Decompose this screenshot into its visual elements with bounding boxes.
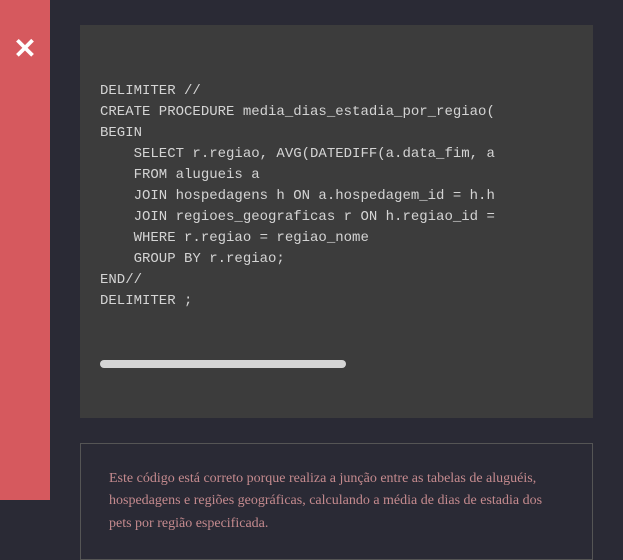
code-line: SELECT r.regiao, AVG(DATEDIFF(a.data_fim…: [100, 146, 495, 162]
code-line: FROM alugueis a: [100, 167, 260, 183]
code-line: END//: [100, 272, 142, 288]
code-block: DELIMITER // CREATE PROCEDURE media_dias…: [80, 25, 593, 418]
code-line: JOIN hospedagens h ON a.hospedagem_id = …: [100, 188, 495, 204]
code-line: DELIMITER //: [100, 83, 201, 99]
horizontal-scrollbar-thumb[interactable]: [100, 360, 346, 368]
code-line: DELIMITER ;: [100, 293, 192, 309]
code-line: WHERE r.regiao = regiao_nome: [100, 230, 369, 246]
explanation-text: Este código está correto porque realiza …: [109, 468, 564, 535]
horizontal-scrollbar-track[interactable]: [100, 360, 573, 368]
close-button[interactable]: ✕: [0, 28, 50, 68]
code-line: BEGIN: [100, 125, 142, 141]
code-line: JOIN regioes_geograficas r ON h.regiao_i…: [100, 209, 495, 225]
sidebar: ✕: [0, 0, 50, 500]
code-line: CREATE PROCEDURE media_dias_estadia_por_…: [100, 104, 495, 120]
code-line: GROUP BY r.regiao;: [100, 251, 285, 267]
code-block-container: DELIMITER // CREATE PROCEDURE media_dias…: [80, 25, 593, 418]
close-icon: ✕: [13, 32, 36, 65]
content-area: DELIMITER // CREATE PROCEDURE media_dias…: [50, 0, 623, 500]
explanation-box: Este código está correto porque realiza …: [80, 443, 593, 560]
code-content: DELIMITER // CREATE PROCEDURE media_dias…: [100, 81, 573, 312]
